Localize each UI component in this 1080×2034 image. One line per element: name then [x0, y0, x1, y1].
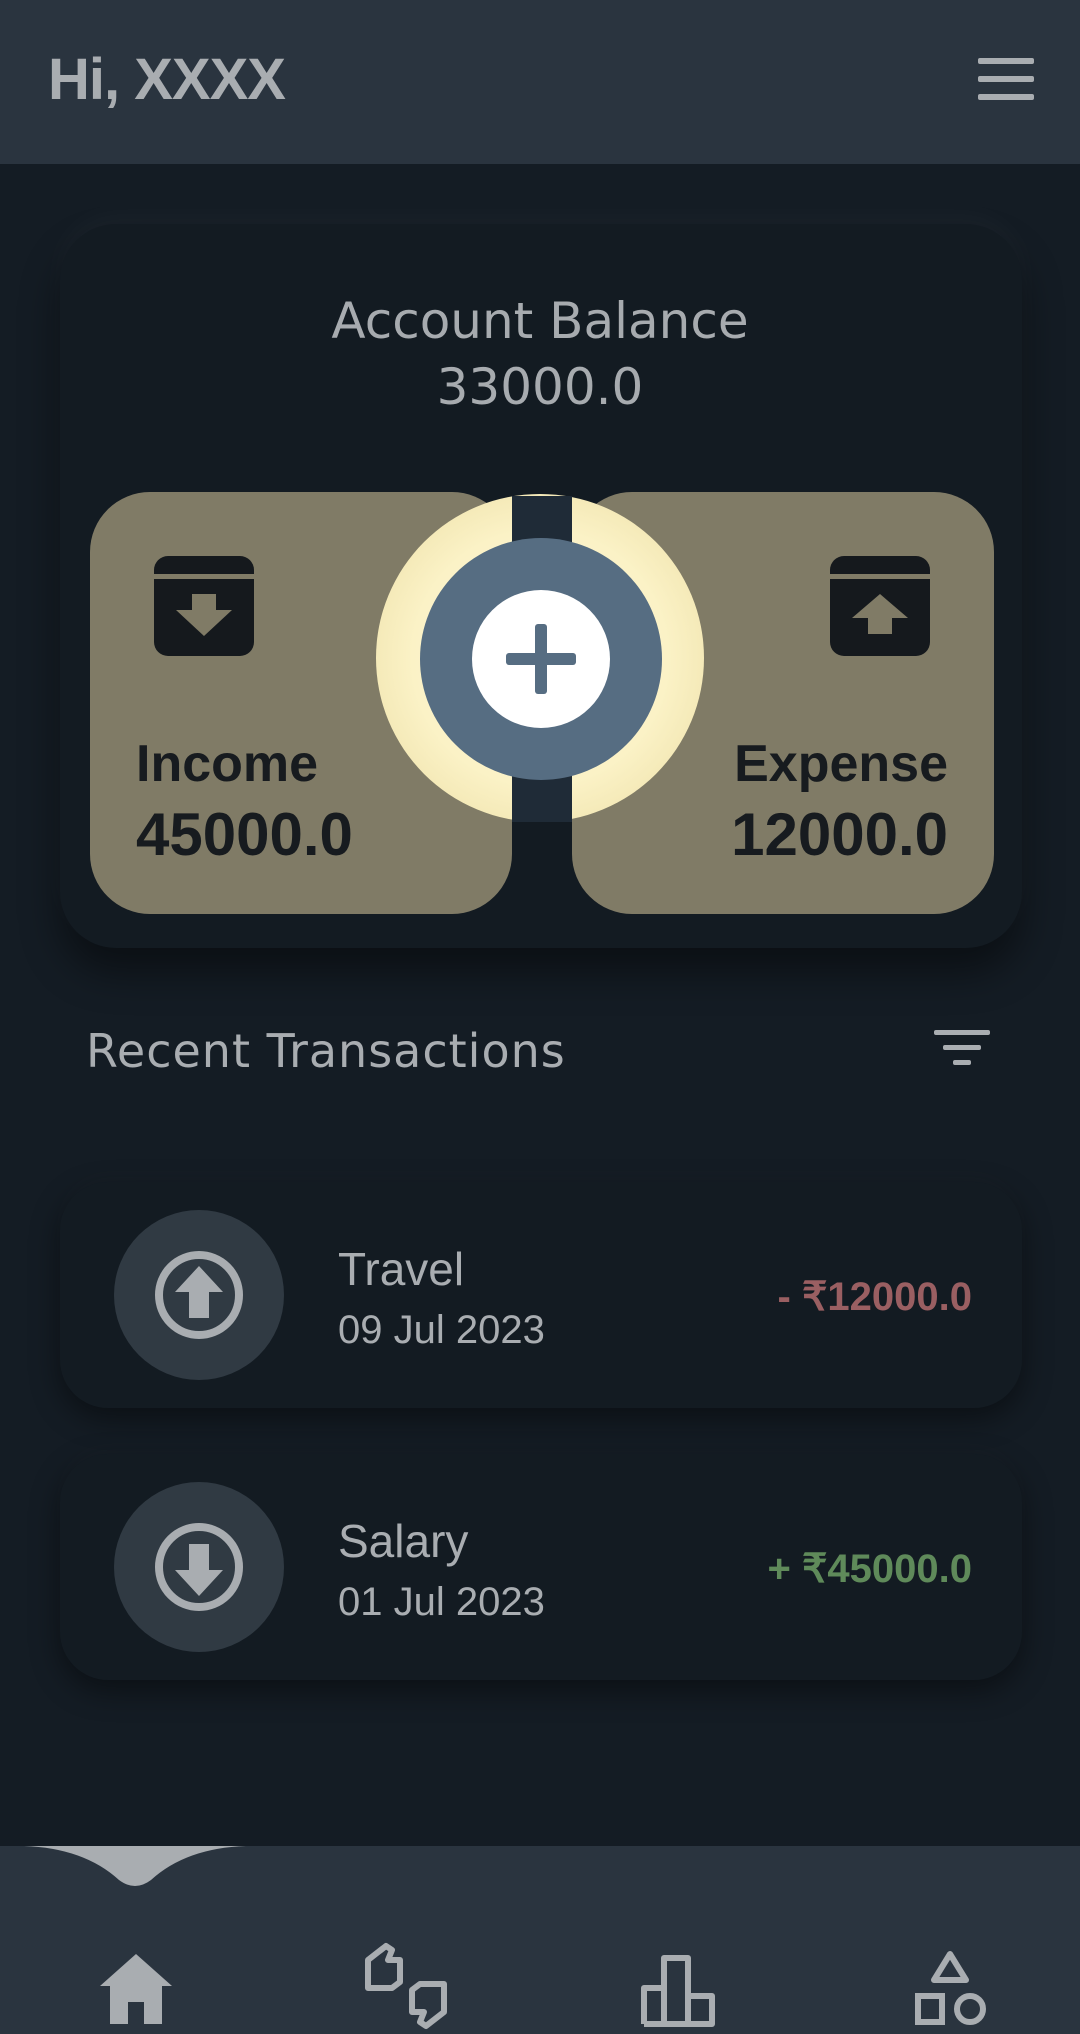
- greeting-text: Hi, XXXX: [48, 47, 286, 112]
- active-tab-indicator: [24, 1846, 246, 1886]
- transaction-date: 09 Jul 2023: [338, 1308, 545, 1352]
- plus-icon: [506, 624, 576, 694]
- nav-feedback[interactable]: [362, 1942, 447, 2029]
- transaction-date: 01 Jul 2023: [338, 1580, 545, 1624]
- transaction-item[interactable]: Salary 01 Jul 2023 + ₹45000.0: [60, 1454, 1022, 1680]
- arrow-up-circle-icon: [155, 1251, 243, 1339]
- transaction-icon-bg: [114, 1482, 284, 1652]
- app-header: Hi, XXXX: [0, 0, 1080, 164]
- transaction-title: Travel: [338, 1243, 465, 1295]
- transaction-title: Salary: [338, 1515, 469, 1567]
- transaction-item[interactable]: Travel 09 Jul 2023 - ₹12000.0: [60, 1182, 1022, 1408]
- menu-button[interactable]: [978, 58, 1036, 100]
- filter-icon: [934, 1030, 990, 1065]
- balance-label: Account Balance: [331, 292, 749, 350]
- expense-label: Expense: [734, 735, 948, 793]
- shapes-icon: [915, 1951, 986, 2025]
- arrow-down-circle-icon: [155, 1523, 243, 1611]
- hamburger-menu-icon: [978, 58, 1036, 100]
- section-title: Recent Transactions: [86, 1024, 566, 1078]
- transaction-icon-bg: [114, 1210, 284, 1380]
- expense-value: 12000.0: [731, 801, 948, 868]
- add-transaction-inner[interactable]: [472, 590, 610, 728]
- nav-categories[interactable]: [910, 1948, 990, 2028]
- archive-down-icon: [154, 556, 254, 656]
- income-label: Income: [136, 735, 319, 793]
- bar-chart-icon: [641, 1955, 715, 2027]
- transaction-amount: - ₹12000.0: [777, 1275, 972, 1319]
- nav-stats[interactable]: [638, 1948, 718, 2028]
- archive-up-icon: [830, 556, 930, 656]
- thumbs-up-down-icon: [365, 1943, 447, 2029]
- nav-home[interactable]: [96, 1948, 176, 2028]
- income-value: 45000.0: [136, 801, 353, 868]
- home-icon: [100, 1954, 172, 2024]
- transaction-amount: + ₹45000.0: [767, 1547, 972, 1591]
- filter-button[interactable]: [934, 1030, 990, 1070]
- balance-value: 33000.0: [436, 358, 644, 416]
